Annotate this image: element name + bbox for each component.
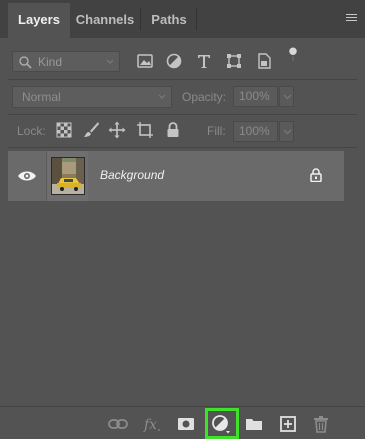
tab-divider [140, 8, 141, 30]
layer-row[interactable]: Background [8, 151, 344, 201]
kind-filter-label: Kind [38, 55, 63, 69]
fill-label: Fill: [207, 124, 226, 138]
chevron-down-icon [106, 59, 114, 64]
layers-panel: Layers Channels Paths Kind Normal Opacit… [0, 0, 365, 439]
add-mask-icon[interactable] [176, 414, 196, 434]
new-layer-icon[interactable] [278, 414, 298, 434]
blend-mode-select[interactable]: Normal [12, 86, 172, 108]
layer-thumbnail [51, 157, 85, 195]
fill-input[interactable]: 100% [233, 121, 278, 142]
visibility-eye-icon[interactable] [17, 170, 37, 182]
layer-lock-icon[interactable] [310, 168, 322, 182]
filter-toggle-icon[interactable] [284, 46, 302, 64]
delete-layer-icon[interactable] [311, 414, 331, 434]
lock-transparent-pixels-icon[interactable] [55, 121, 73, 139]
highlight-box [205, 408, 239, 439]
layers-bottom-toolbar: fx [0, 406, 365, 439]
new-group-icon[interactable] [244, 414, 264, 434]
chevron-down-icon [283, 94, 292, 100]
kind-filter-select[interactable]: Kind [12, 51, 120, 72]
lock-all-icon[interactable] [164, 121, 182, 139]
fx-icon[interactable]: fx [142, 414, 162, 434]
layer-thumbnail-frame[interactable] [46, 151, 88, 201]
panel-menu-icon[interactable] [346, 14, 357, 23]
tab-paths[interactable]: Paths [142, 3, 196, 38]
chevron-down-icon [158, 94, 166, 99]
shape-filter-icon[interactable] [225, 52, 243, 70]
opacity-input[interactable]: 100% [233, 86, 278, 107]
tab-channels[interactable]: Channels [70, 3, 140, 38]
lock-image-pixels-icon[interactable] [82, 121, 100, 139]
svg-text:fx: fx [143, 417, 157, 433]
divider [8, 114, 357, 115]
smart-object-filter-icon[interactable] [255, 52, 273, 70]
fill-slider-button[interactable] [279, 121, 294, 142]
opacity-label: Opacity: [182, 90, 227, 104]
lock-label: Lock: [17, 124, 46, 138]
link-layers-icon[interactable] [108, 414, 128, 434]
chevron-down-icon [283, 129, 292, 135]
layers-list: Background [8, 148, 357, 406]
layer-name[interactable]: Background [100, 168, 164, 182]
lock-artboard-icon[interactable] [136, 121, 154, 139]
tab-bar: Layers Channels Paths [0, 0, 365, 38]
opacity-slider-button[interactable] [279, 86, 294, 107]
image-filter-icon[interactable] [136, 52, 154, 70]
lock-position-icon[interactable] [108, 121, 126, 139]
blend-mode-value: Normal [22, 90, 61, 104]
type-filter-icon[interactable] [195, 52, 213, 70]
divider [8, 79, 357, 80]
adjustment-filter-icon[interactable] [165, 52, 183, 70]
tab-divider [196, 8, 197, 30]
tab-layers[interactable]: Layers [8, 3, 70, 38]
search-icon [19, 56, 32, 69]
